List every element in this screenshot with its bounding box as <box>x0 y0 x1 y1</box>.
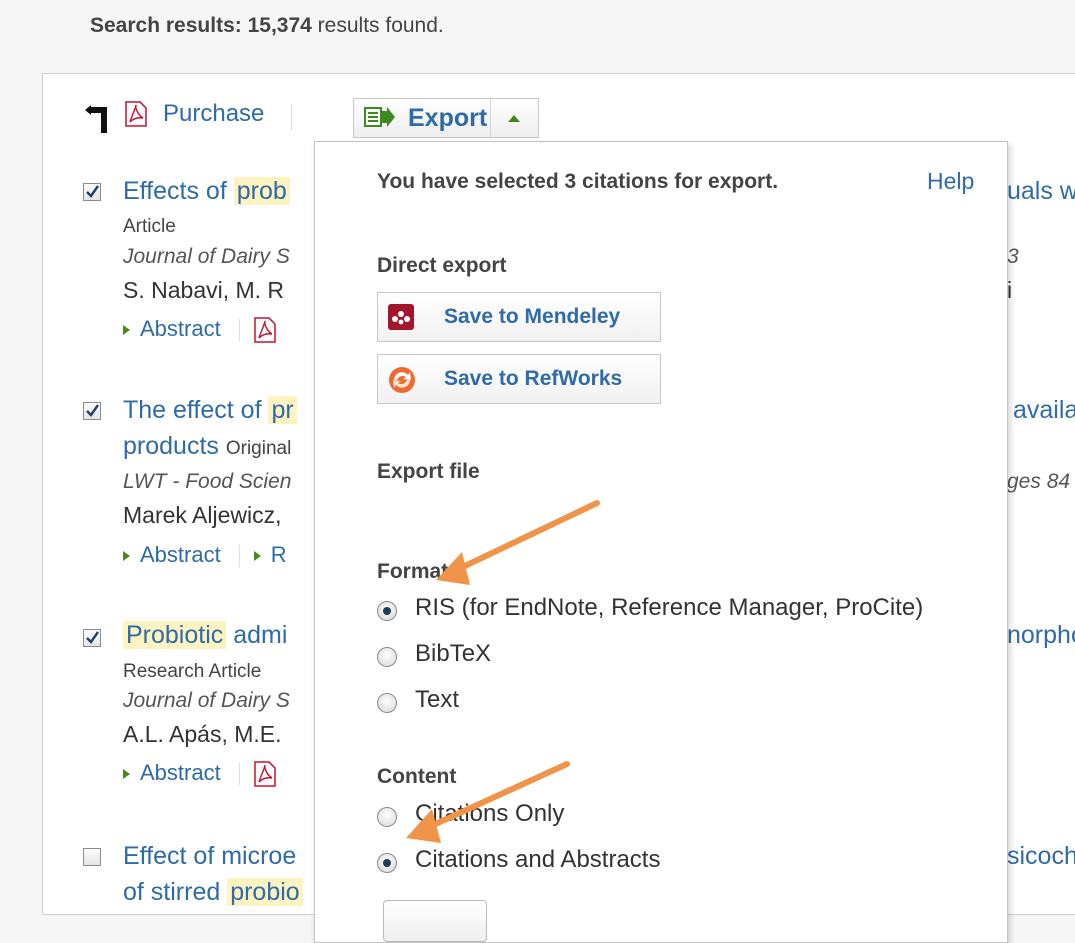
result-checkbox[interactable] <box>83 629 101 647</box>
save-to-refworks-button[interactable]: Save to RefWorks <box>377 354 661 404</box>
radio-selected[interactable] <box>377 601 397 621</box>
authors: A.L. Apás, M.E. <box>123 721 282 747</box>
result-title[interactable]: Effects of prob <box>123 177 290 206</box>
journal-tail: 3 <box>1007 245 1019 268</box>
result-title-tail[interactable]: sicoch <box>1007 842 1075 871</box>
format-label: RIS (for EndNote, Reference Manager, Pro… <box>415 594 924 621</box>
pdf-icon[interactable] <box>125 101 147 132</box>
content-label: Citations Only <box>415 800 565 827</box>
pdf-icon[interactable] <box>253 761 276 787</box>
summary-count: 15,374 <box>247 14 312 37</box>
highlight-term: pr <box>268 396 297 424</box>
result-links: Abstract <box>123 760 276 787</box>
checkbox-checked-icon <box>86 404 99 417</box>
back-arrow-icon[interactable] <box>83 104 109 134</box>
format-label: Text <box>415 686 460 713</box>
expand-triangle-icon <box>253 551 261 562</box>
result-title-line2[interactable]: products Original <box>123 432 291 461</box>
checkbox-checked-icon <box>86 185 99 198</box>
abstract-link[interactable]: Abstract <box>123 542 221 567</box>
result-links: Abstract R <box>123 542 287 568</box>
export-file-heading: Export file <box>377 460 480 483</box>
refworks-label: Save to RefWorks <box>444 367 623 390</box>
article-type: Research Article <box>123 661 262 682</box>
export-heading: You have selected 3 citations for export… <box>377 170 779 193</box>
article-type: Article <box>123 216 176 237</box>
result-title[interactable]: The effect of pr <box>123 396 297 425</box>
content-label: Citations and Abstracts <box>415 846 661 873</box>
summary-suffix: results found. <box>317 14 444 37</box>
result-checkbox[interactable] <box>83 183 101 201</box>
result-title[interactable]: Probiotic admi <box>123 621 287 650</box>
result-checkbox[interactable] <box>83 402 101 420</box>
expand-triangle-icon <box>123 551 130 562</box>
highlight-term: Probiotic <box>123 621 227 649</box>
result-title-tail[interactable]: availa <box>1013 396 1075 425</box>
export-button[interactable]: Export <box>353 98 539 138</box>
checkbox-checked-icon <box>86 631 99 644</box>
highlight-term: probio <box>227 878 303 906</box>
authors: S. Nabavi, M. R <box>123 277 285 303</box>
export-dropdown: You have selected 3 citations for export… <box>314 141 1008 943</box>
results-summary: Search results: 15,374 results found. <box>90 14 444 38</box>
journal-tail: ges 84 <box>1007 470 1071 493</box>
pdf-icon[interactable] <box>253 317 276 343</box>
expand-triangle-icon <box>123 769 130 780</box>
mendeley-icon <box>388 304 414 330</box>
result-title-tail[interactable]: norpho <box>1007 621 1075 650</box>
purchase-link[interactable]: Purchase <box>163 100 264 128</box>
radio-unselected[interactable] <box>377 693 397 713</box>
save-to-mendeley-button[interactable]: Save to Mendeley <box>377 292 661 342</box>
radio-unselected[interactable] <box>377 647 397 667</box>
article-type: Original <box>225 438 292 459</box>
export-submit-button[interactable] <box>383 900 487 942</box>
format-heading: Format <box>377 560 449 583</box>
radio-unselected[interactable] <box>377 807 397 827</box>
caret-up-icon <box>508 115 520 122</box>
format-label: BibTeX <box>415 640 492 667</box>
abstract-link[interactable]: Abstract <box>123 316 221 341</box>
toolbar-divider <box>291 104 292 130</box>
result-title[interactable]: Effect of microe <box>123 842 296 871</box>
result-title-tail[interactable]: uals w <box>1007 177 1075 206</box>
authors: Marek Aljewicz, <box>123 502 282 528</box>
expand-triangle-icon <box>123 325 130 336</box>
title-text: Effects of <box>123 177 234 205</box>
journal-name[interactable]: LWT - Food Scien <box>123 470 291 494</box>
journal-name[interactable]: Journal of Dairy S <box>123 689 290 713</box>
export-icon <box>364 107 395 127</box>
result-title-line2[interactable]: of stirred probio <box>123 878 303 907</box>
export-toggle[interactable] <box>490 99 539 137</box>
journal-name[interactable]: Journal of Dairy S <box>123 245 290 269</box>
highlight-term: prob <box>233 177 290 205</box>
export-label: Export <box>408 104 488 132</box>
refworks-icon <box>389 367 415 393</box>
research-highlights-link[interactable]: R <box>253 542 287 567</box>
summary-label: Search results: <box>90 14 242 37</box>
abstract-link[interactable]: Abstract <box>123 760 221 785</box>
result-checkbox[interactable] <box>83 848 101 866</box>
content-heading: Content <box>377 765 457 788</box>
radio-selected[interactable] <box>377 853 397 873</box>
direct-export-heading: Direct export <box>377 254 507 277</box>
result-links: Abstract <box>123 316 276 343</box>
mendeley-label: Save to Mendeley <box>444 305 621 328</box>
help-link[interactable]: Help <box>927 168 974 195</box>
